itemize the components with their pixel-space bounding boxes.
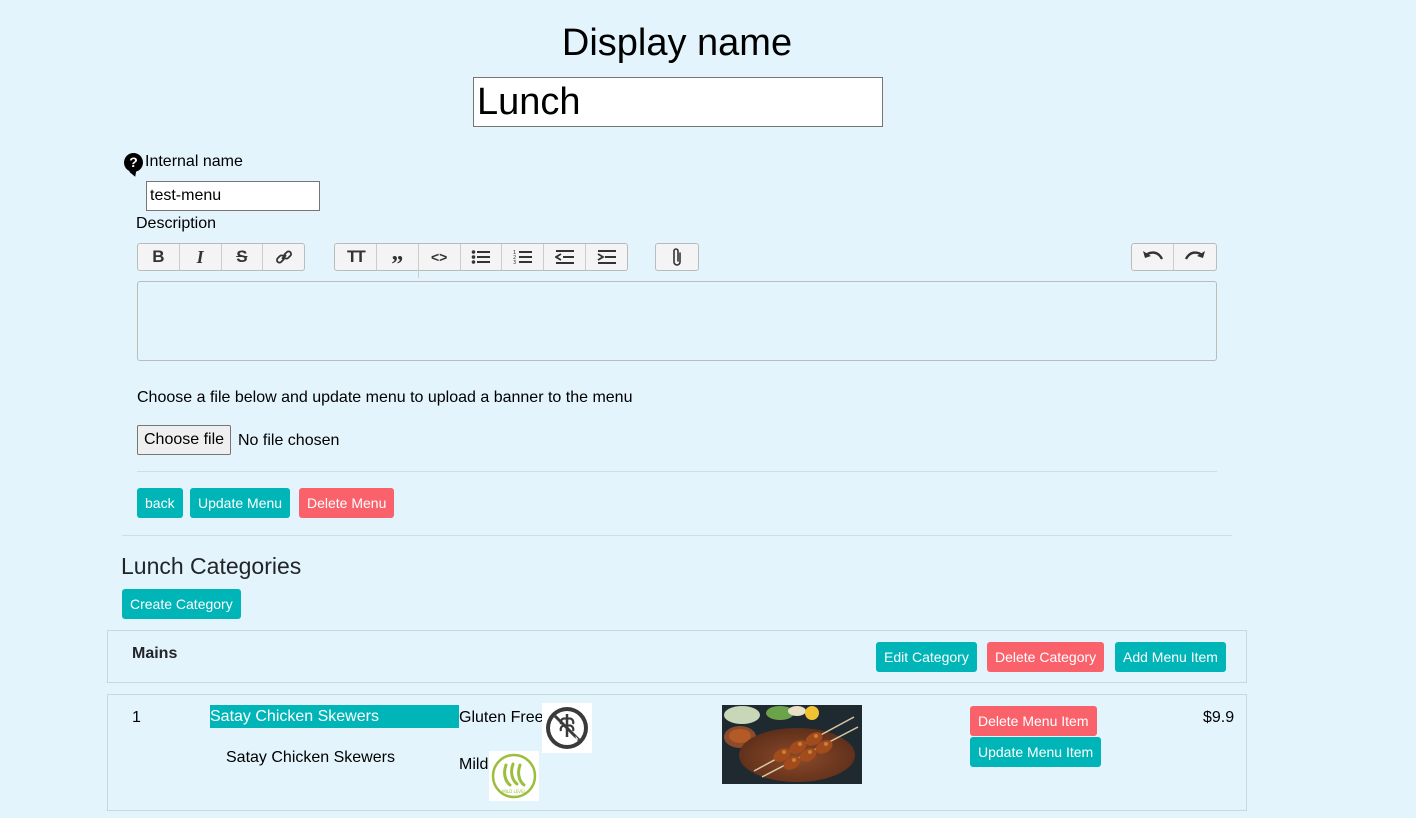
gluten-free-icon: GLUTEN FREE (540, 699, 592, 753)
block-tools-group: TT ” <> 123 (334, 243, 628, 278)
file-tools-group (655, 243, 699, 271)
tag-label: Gluten Free (459, 709, 544, 726)
link-icon[interactable] (263, 244, 304, 270)
code-icon[interactable]: <> (419, 244, 461, 270)
file-status: No file chosen (238, 432, 340, 449)
outdent-icon[interactable] (544, 244, 587, 270)
back-button[interactable]: back (137, 488, 183, 518)
heading-icon[interactable]: TT (335, 244, 377, 270)
description-label: Description (136, 215, 217, 232)
indent-icon[interactable] (586, 244, 627, 270)
add-menu-item-button[interactable]: Add Menu Item (1115, 642, 1226, 672)
mild-chili-icon: MILD LEVEL (489, 751, 539, 801)
bullet-list-icon[interactable] (461, 244, 503, 270)
category-name: Mains (132, 645, 178, 662)
internal-name-input[interactable] (146, 181, 320, 211)
description-editor[interactable] (137, 281, 1217, 361)
menu-item-price: $9.9 (1203, 709, 1235, 726)
svg-text:MILD LEVEL: MILD LEVEL (502, 789, 526, 794)
svg-text:3: 3 (513, 260, 516, 265)
strikethrough-icon[interactable]: S (222, 244, 264, 270)
delete-category-button[interactable]: Delete Category (987, 642, 1105, 672)
tag-label: Mild (459, 756, 489, 773)
satay-skewers-photo (722, 705, 862, 784)
italic-icon[interactable]: I (180, 244, 222, 270)
update-menu-item-button[interactable]: Update Menu Item (970, 737, 1102, 767)
attach-icon[interactable] (656, 244, 697, 270)
divider (137, 471, 1217, 472)
edit-category-button[interactable]: Edit Category (876, 642, 977, 672)
menu-item-number: 1 (132, 709, 141, 726)
undo-icon[interactable] (1132, 244, 1174, 270)
numbered-list-icon[interactable]: 123 (502, 244, 545, 270)
display-name-input[interactable] (473, 77, 883, 127)
choose-file-button[interactable]: Choose file (137, 425, 232, 455)
delete-menu-item-button[interactable]: Delete Menu Item (970, 706, 1097, 736)
categories-heading: Lunch Categories (121, 553, 302, 579)
create-category-button[interactable]: Create Category (122, 589, 241, 619)
menu-item-description: Satay Chicken Skewers (226, 749, 395, 766)
quote-icon[interactable]: ” (377, 244, 419, 278)
text-tools-group: B I S (137, 243, 305, 271)
update-menu-button[interactable]: Update Menu (190, 488, 291, 518)
delete-menu-button[interactable]: Delete Menu (299, 488, 395, 518)
banner-instruction: Choose a file below and update menu to u… (137, 389, 633, 406)
menu-item-name[interactable]: Satay Chicken Skewers (210, 705, 459, 728)
history-tools-group (1131, 243, 1217, 271)
question-circle-icon[interactable]: ? (124, 153, 143, 172)
redo-icon[interactable] (1174, 244, 1215, 270)
divider (122, 535, 1232, 536)
internal-name-label: Internal name (145, 153, 243, 170)
bold-icon[interactable]: B (138, 244, 180, 270)
page-title: Display name (561, 22, 793, 64)
